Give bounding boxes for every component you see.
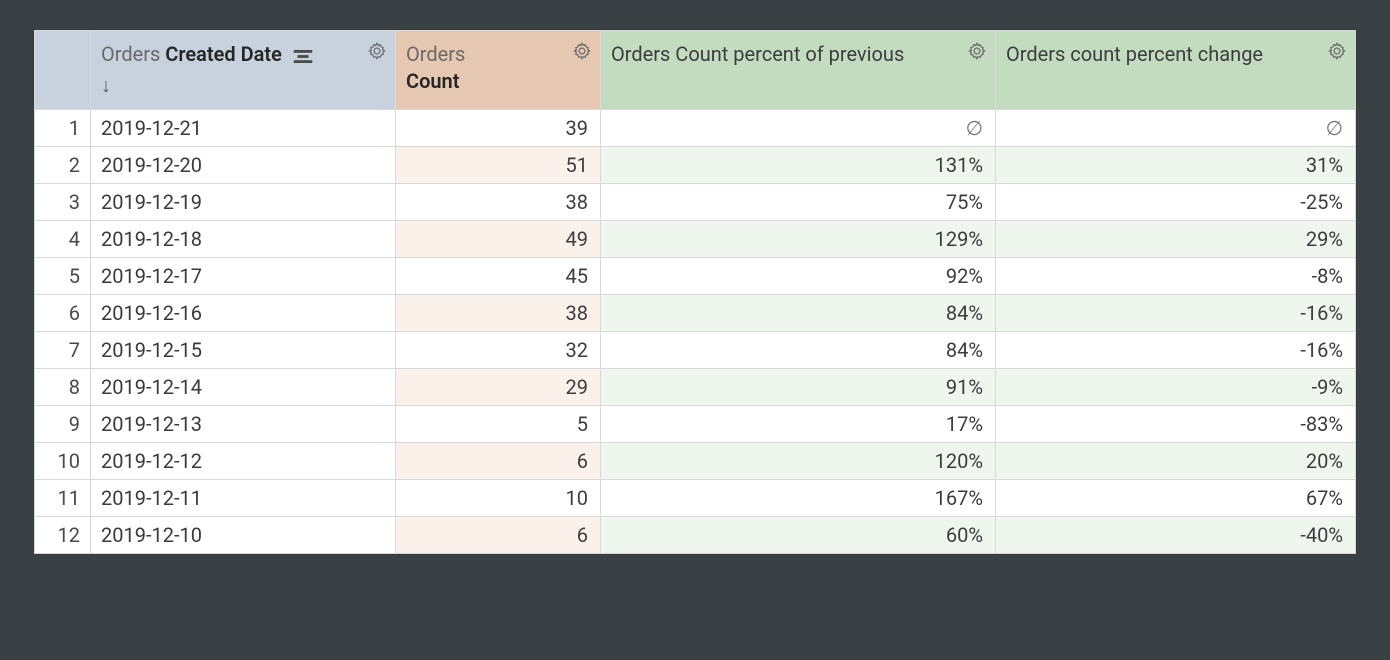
table-row[interactable]: 12019-12-2139 ∅ ∅: [35, 110, 1356, 147]
cell-percent-change[interactable]: -83%: [996, 406, 1356, 443]
gear-icon[interactable]: [1327, 41, 1347, 61]
cell-percent-change[interactable]: -8%: [996, 258, 1356, 295]
table-row[interactable]: 52019-12-174592%-8%: [35, 258, 1356, 295]
cell-orders-count[interactable]: 32: [396, 332, 601, 369]
cell-orders-count[interactable]: 51: [396, 147, 601, 184]
sort-descending-icon[interactable]: ↓: [101, 72, 355, 99]
header-orders-count-prefix: Orders: [406, 42, 465, 66]
cell-rownumber[interactable]: 9: [35, 406, 91, 443]
cell-created-date[interactable]: 2019-12-15: [91, 332, 396, 369]
header-created-date-main: Created Date: [165, 42, 282, 66]
cell-created-date[interactable]: 2019-12-11: [91, 480, 396, 517]
table-row[interactable]: 32019-12-193875%-25%: [35, 184, 1356, 221]
header-created-date-prefix: Orders: [101, 42, 165, 66]
cell-percent-of-previous[interactable]: ∅: [601, 110, 996, 147]
table-row[interactable]: 92019-12-13517%-83%: [35, 406, 1356, 443]
header-orders-count-main: Count: [406, 69, 459, 93]
cell-rownumber[interactable]: 6: [35, 295, 91, 332]
table-row[interactable]: 62019-12-163884%-16%: [35, 295, 1356, 332]
cell-percent-of-previous[interactable]: 129%: [601, 221, 996, 258]
data-table: Orders Created Date ↓ Orders Count Order…: [34, 30, 1356, 554]
cell-percent-of-previous[interactable]: 120%: [601, 443, 996, 480]
cell-created-date[interactable]: 2019-12-16: [91, 295, 396, 332]
header-orders-count[interactable]: Orders Count: [396, 31, 601, 110]
table-row[interactable]: 112019-12-1110167%67%: [35, 480, 1356, 517]
cell-orders-count[interactable]: 6: [396, 517, 601, 554]
cell-rownumber[interactable]: 12: [35, 517, 91, 554]
table-row[interactable]: 122019-12-10660%-40%: [35, 517, 1356, 554]
table-body: 12019-12-2139∅∅22019-12-2051131%31%32019…: [35, 110, 1356, 554]
pivot-icon[interactable]: [293, 43, 313, 70]
cell-rownumber[interactable]: 1: [35, 110, 91, 147]
cell-orders-count[interactable]: 29: [396, 369, 601, 406]
cell-percent-change[interactable]: 31%: [996, 147, 1356, 184]
cell-percent-change[interactable]: ∅: [996, 110, 1356, 147]
cell-percent-of-previous[interactable]: 75%: [601, 184, 996, 221]
gear-icon[interactable]: [572, 41, 592, 61]
cell-orders-count[interactable]: 39: [396, 110, 601, 147]
cell-rownumber[interactable]: 4: [35, 221, 91, 258]
cell-percent-change[interactable]: -40%: [996, 517, 1356, 554]
cell-orders-count[interactable]: 45: [396, 258, 601, 295]
cell-percent-change[interactable]: 29%: [996, 221, 1356, 258]
cell-created-date[interactable]: 2019-12-20: [91, 147, 396, 184]
cell-created-date[interactable]: 2019-12-12: [91, 443, 396, 480]
table-row[interactable]: 42019-12-1849129%29%: [35, 221, 1356, 258]
data-table-panel: Orders Created Date ↓ Orders Count Order…: [34, 30, 1356, 554]
header-percent-of-previous-label: Orders Count percent of previous: [611, 42, 904, 66]
cell-percent-of-previous[interactable]: 84%: [601, 295, 996, 332]
header-percent-change-label: Orders count percent change: [1006, 42, 1263, 66]
cell-percent-of-previous[interactable]: 167%: [601, 480, 996, 517]
cell-percent-change[interactable]: -16%: [996, 295, 1356, 332]
cell-percent-of-previous[interactable]: 60%: [601, 517, 996, 554]
cell-orders-count[interactable]: 49: [396, 221, 601, 258]
cell-created-date[interactable]: 2019-12-18: [91, 221, 396, 258]
null-value: ∅: [966, 116, 983, 140]
gear-icon[interactable]: [967, 41, 987, 61]
cell-orders-count[interactable]: 10: [396, 480, 601, 517]
header-rownumber: [35, 31, 91, 110]
cell-created-date[interactable]: 2019-12-10: [91, 517, 396, 554]
table-header-row: Orders Created Date ↓ Orders Count Order…: [35, 31, 1356, 110]
cell-rownumber[interactable]: 8: [35, 369, 91, 406]
cell-created-date[interactable]: 2019-12-21: [91, 110, 396, 147]
gear-icon[interactable]: [367, 41, 387, 61]
header-created-date[interactable]: Orders Created Date ↓: [91, 31, 396, 110]
cell-percent-of-previous[interactable]: 131%: [601, 147, 996, 184]
table-row[interactable]: 102019-12-126120%20%: [35, 443, 1356, 480]
cell-orders-count[interactable]: 38: [396, 184, 601, 221]
cell-created-date[interactable]: 2019-12-19: [91, 184, 396, 221]
cell-rownumber[interactable]: 3: [35, 184, 91, 221]
cell-rownumber[interactable]: 7: [35, 332, 91, 369]
cell-orders-count[interactable]: 5: [396, 406, 601, 443]
cell-rownumber[interactable]: 11: [35, 480, 91, 517]
cell-percent-change[interactable]: 20%: [996, 443, 1356, 480]
cell-orders-count[interactable]: 38: [396, 295, 601, 332]
cell-percent-of-previous[interactable]: 84%: [601, 332, 996, 369]
header-percent-change[interactable]: Orders count percent change: [996, 31, 1356, 110]
header-percent-of-previous[interactable]: Orders Count percent of previous: [601, 31, 996, 110]
cell-percent-of-previous[interactable]: 17%: [601, 406, 996, 443]
cell-percent-change[interactable]: 67%: [996, 480, 1356, 517]
cell-percent-change[interactable]: -16%: [996, 332, 1356, 369]
table-row[interactable]: 82019-12-142991%-9%: [35, 369, 1356, 406]
cell-orders-count[interactable]: 6: [396, 443, 601, 480]
cell-percent-of-previous[interactable]: 92%: [601, 258, 996, 295]
cell-created-date[interactable]: 2019-12-14: [91, 369, 396, 406]
cell-rownumber[interactable]: 10: [35, 443, 91, 480]
cell-created-date[interactable]: 2019-12-13: [91, 406, 396, 443]
cell-rownumber[interactable]: 2: [35, 147, 91, 184]
cell-percent-of-previous[interactable]: 91%: [601, 369, 996, 406]
cell-percent-change[interactable]: -9%: [996, 369, 1356, 406]
cell-created-date[interactable]: 2019-12-17: [91, 258, 396, 295]
null-value: ∅: [1326, 116, 1343, 140]
cell-percent-change[interactable]: -25%: [996, 184, 1356, 221]
table-row[interactable]: 72019-12-153284%-16%: [35, 332, 1356, 369]
cell-rownumber[interactable]: 5: [35, 258, 91, 295]
table-row[interactable]: 22019-12-2051131%31%: [35, 147, 1356, 184]
